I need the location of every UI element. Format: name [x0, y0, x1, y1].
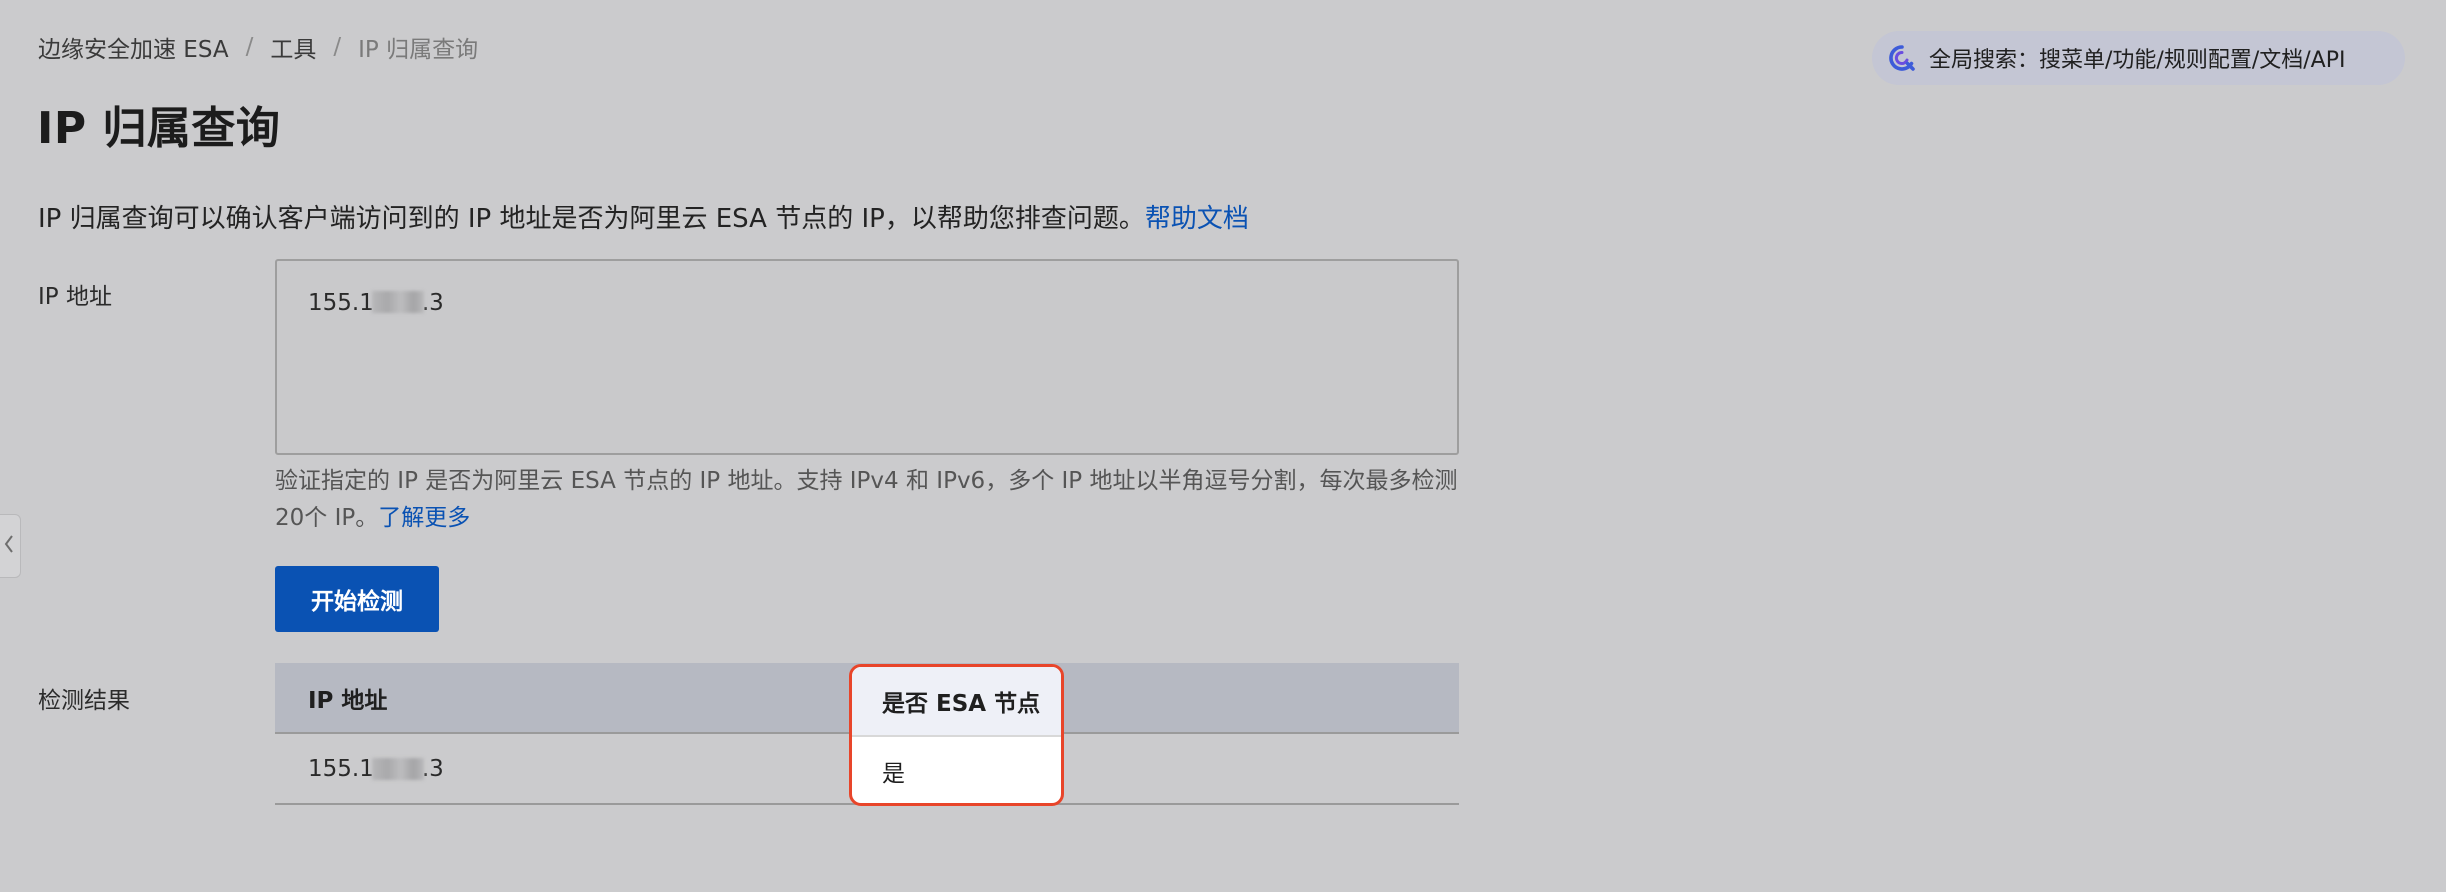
table-cell-is-esa: 是 — [882, 761, 905, 787]
ip-address-input[interactable]: 155.1 .3 — [275, 259, 1459, 455]
column-header-ip: IP 地址 — [308, 687, 388, 714]
chevron-left-icon — [3, 533, 15, 559]
ip-help-text: 验证指定的 IP 是否为阿里云 ESA 节点的 IP 地址。支持 IPv4 和 … — [275, 463, 1465, 537]
breadcrumb-separator: / — [245, 34, 254, 60]
column-header-is-esa: 是否 ESA 节点 — [852, 667, 1061, 737]
learn-more-link[interactable]: 了解更多 — [378, 505, 470, 531]
breadcrumb-item-esa[interactable]: 边缘安全加速 ESA — [38, 30, 229, 64]
result-ip-prefix: 155.1 — [308, 755, 374, 782]
page-title: IP 归属查询 — [37, 103, 281, 154]
global-search-label: 全局搜索：搜菜单/功能/规则配置/文档/API — [1929, 48, 2346, 73]
ip-value-suffix: .3 — [421, 290, 444, 316]
redacted-mask — [371, 291, 424, 313]
global-search-button[interactable]: 全局搜索：搜菜单/功能/规则配置/文档/API — [1872, 31, 2405, 85]
help-doc-link[interactable]: 帮助文档 — [1145, 204, 1249, 234]
sidebar-collapse-handle[interactable] — [0, 514, 21, 578]
results-label: 检测结果 — [38, 688, 130, 714]
search-icon — [1887, 43, 1917, 73]
redacted-mask — [371, 757, 424, 780]
start-detection-button[interactable]: 开始检测 — [275, 566, 439, 632]
breadcrumb-separator: / — [333, 34, 342, 60]
page-description: IP 归属查询可以确认客户端访问到的 IP 地址是否为阿里云 ESA 节点的 I… — [38, 198, 1249, 235]
breadcrumb-item-tools[interactable]: 工具 — [270, 30, 316, 64]
breadcrumb: 边缘安全加速 ESA / 工具 / IP 归属查询 — [38, 31, 478, 63]
ip-value-prefix: 155.1 — [308, 290, 374, 316]
page-description-text: IP 归属查询可以确认客户端访问到的 IP 地址是否为阿里云 ESA 节点的 I… — [38, 204, 1145, 234]
table-cell-ip: 155.1 .3 — [308, 734, 444, 803]
highlighted-esa-column: 是否 ESA 节点 是 — [849, 664, 1064, 806]
ip-address-label: IP 地址 — [38, 284, 112, 310]
breadcrumb-item-current: IP 归属查询 — [358, 37, 479, 63]
result-ip-suffix: .3 — [421, 755, 444, 782]
